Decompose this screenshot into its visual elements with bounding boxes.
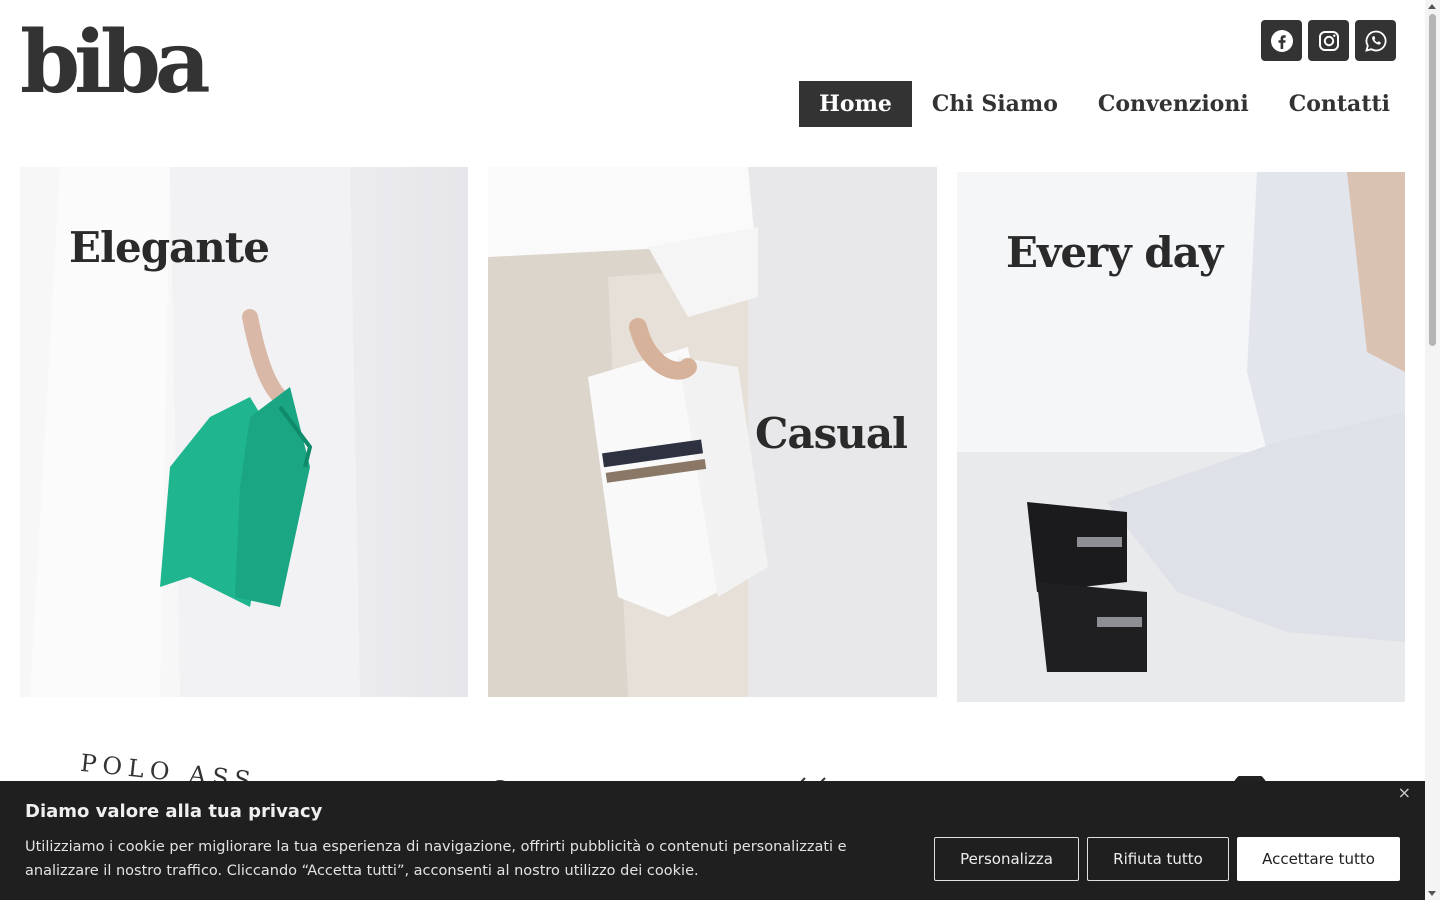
nav-item-home[interactable]: Home [799, 81, 912, 127]
instagram-icon [1318, 30, 1339, 51]
category-card-casual[interactable]: Casual [488, 167, 937, 697]
category-card-every-day[interactable]: Every day [957, 172, 1405, 702]
page-scrollbar[interactable] [1425, 0, 1440, 900]
social-links [1261, 20, 1396, 61]
cookie-title: Diamo valore alla tua privacy [25, 801, 323, 822]
card-caption: Elegante [69, 223, 270, 272]
category-card-elegante[interactable]: Elegante [20, 167, 468, 697]
cookie-close-icon[interactable]: × [1398, 783, 1411, 802]
brand-logo[interactable]: biba [20, 20, 211, 106]
facebook-icon [1270, 29, 1293, 52]
cookie-reject-button[interactable]: Rifiuta tutto [1087, 837, 1229, 881]
scroll-up-arrow-icon[interactable] [1428, 4, 1436, 9]
facebook-button[interactable] [1261, 20, 1302, 61]
nav-item-convenzioni[interactable]: Convenzioni [1078, 81, 1269, 127]
cookie-text: Utilizziamo i cookie per migliorare la t… [25, 839, 847, 879]
cookie-customize-button[interactable]: Personalizza [934, 837, 1079, 881]
whatsapp-button[interactable] [1355, 20, 1396, 61]
nav-item-contatti[interactable]: Contatti [1269, 81, 1410, 127]
cookie-banner: × Diamo valore alla tua privacy Utilizzi… [0, 781, 1425, 900]
cookie-accept-button[interactable]: Accettare tutto [1237, 837, 1400, 881]
whatsapp-icon [1364, 30, 1386, 52]
main-nav: Home Chi Siamo Convenzioni Contatti [799, 81, 1410, 127]
nav-item-chi-siamo[interactable]: Chi Siamo [912, 81, 1078, 127]
card-caption: Every day [1006, 228, 1223, 277]
card-caption: Casual [755, 409, 908, 458]
instagram-button[interactable] [1308, 20, 1349, 61]
scroll-down-arrow-icon[interactable] [1428, 891, 1436, 896]
scroll-thumb[interactable] [1429, 14, 1436, 346]
